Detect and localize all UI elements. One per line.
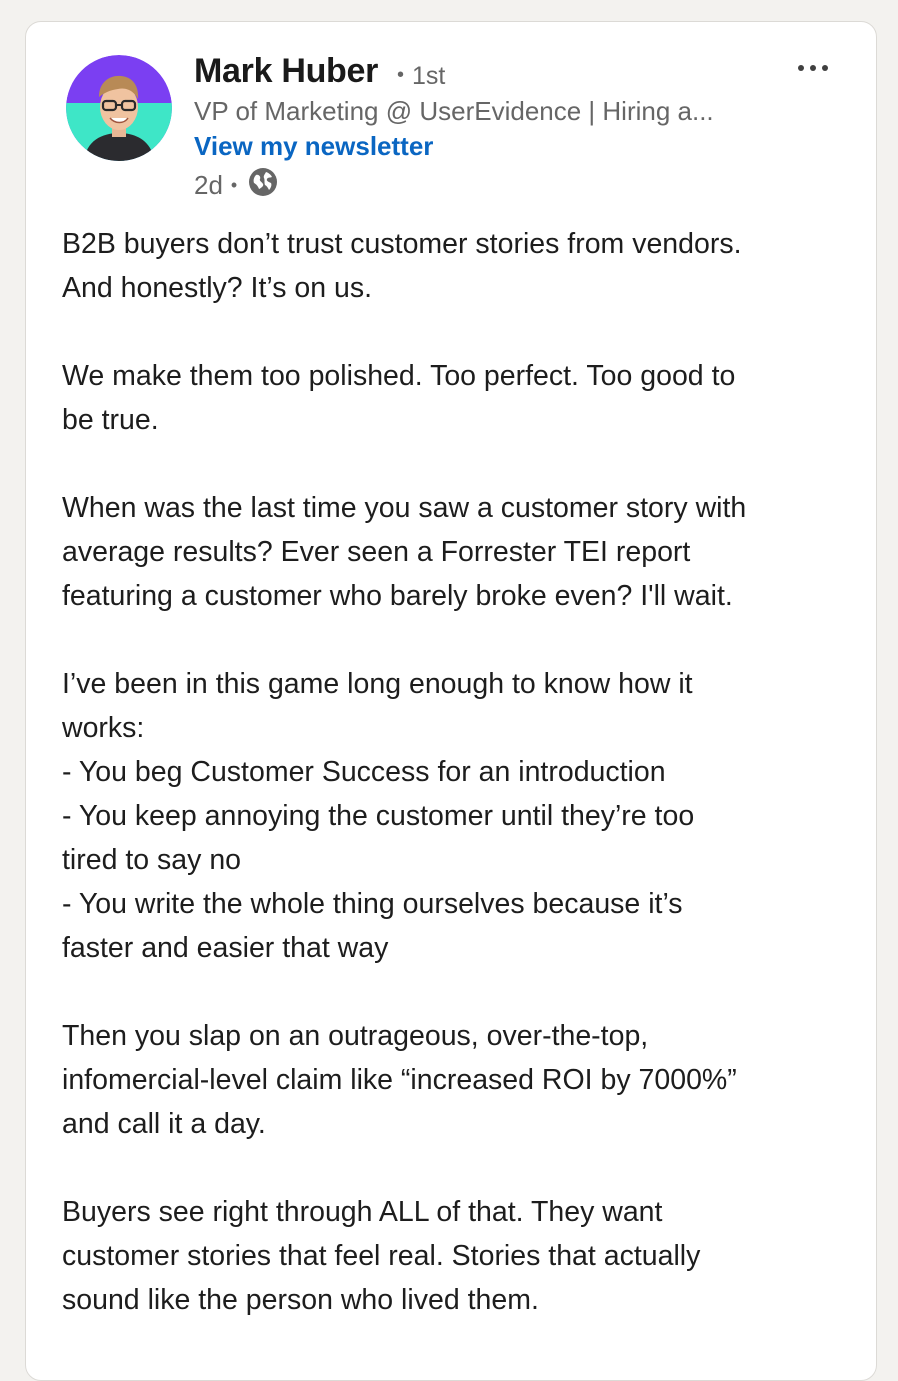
post-paragraph: Then you slap on an outrageous, over-the… <box>62 1014 852 1146</box>
post-line: sound like the person who lived them. <box>62 1284 539 1316</box>
post-line: infomercial-level claim like “increased … <box>62 1064 737 1096</box>
avatar-image <box>66 55 172 161</box>
post-line: customer stories that feel real. Stories… <box>62 1240 701 1272</box>
post-line: featuring a customer who barely broke ev… <box>62 580 733 612</box>
author-headline: VP of Marketing @ UserEvidence | Hiring … <box>194 96 714 126</box>
post-line: - You beg Customer Success for an introd… <box>62 756 666 788</box>
post-line: I’ve been in this game long enough to kn… <box>62 668 693 700</box>
post-line: faster and easier that way <box>62 932 389 964</box>
post-paragraph: When was the last time you saw a custome… <box>62 486 852 618</box>
more-options-button[interactable] <box>791 48 835 88</box>
post-line: Buyers see right through ALL of that. Th… <box>62 1196 663 1228</box>
post-line: And honestly? It’s on us. <box>62 272 373 304</box>
globe-icon <box>247 166 279 205</box>
post-paragraph: We make them too polished. Too perfect. … <box>62 354 852 442</box>
connection-degree: • 1st <box>397 62 445 91</box>
post-line: - You write the whole thing ourselves be… <box>62 888 683 920</box>
post-text: B2B buyers don’t trust customer stories … <box>62 222 852 1366</box>
post-line: tired to say no <box>62 844 242 876</box>
post-line: be true. <box>62 404 159 436</box>
post-meta: 2d • <box>194 167 279 201</box>
post-timestamp: 2d <box>194 169 223 200</box>
post-line: and call it a day. <box>62 1108 266 1140</box>
post-line: When was the last time you saw a custome… <box>62 492 747 524</box>
meta-separator: • <box>230 174 238 195</box>
post-line: works: <box>62 712 145 744</box>
post-line: B2B buyers don’t trust customer stories … <box>62 228 742 260</box>
view-newsletter-link[interactable]: View my newsletter <box>194 131 433 162</box>
post-line: Then you slap on an outrageous, over-the… <box>62 1020 649 1052</box>
author-avatar[interactable] <box>66 55 172 161</box>
post-card: Mark Huber • 1st VP of Marketing @ UserEv… <box>25 21 877 1381</box>
post-paragraph: B2B buyers don’t trust customer stories … <box>62 222 852 310</box>
post-line: - You keep annoying the customer until t… <box>62 800 695 832</box>
degree-separator: • <box>397 64 405 86</box>
post-line: We make them too polished. Too perfect. … <box>62 360 736 392</box>
post-paragraph: I’ve been in this game long enough to kn… <box>62 662 852 970</box>
post-line: average results? Ever seen a Forrester T… <box>62 536 691 568</box>
author-name[interactable]: Mark Huber <box>194 52 378 91</box>
degree-label: 1st <box>412 62 446 90</box>
more-options-icon <box>798 65 828 71</box>
post-paragraph: Buyers see right through ALL of that. Th… <box>62 1190 852 1322</box>
